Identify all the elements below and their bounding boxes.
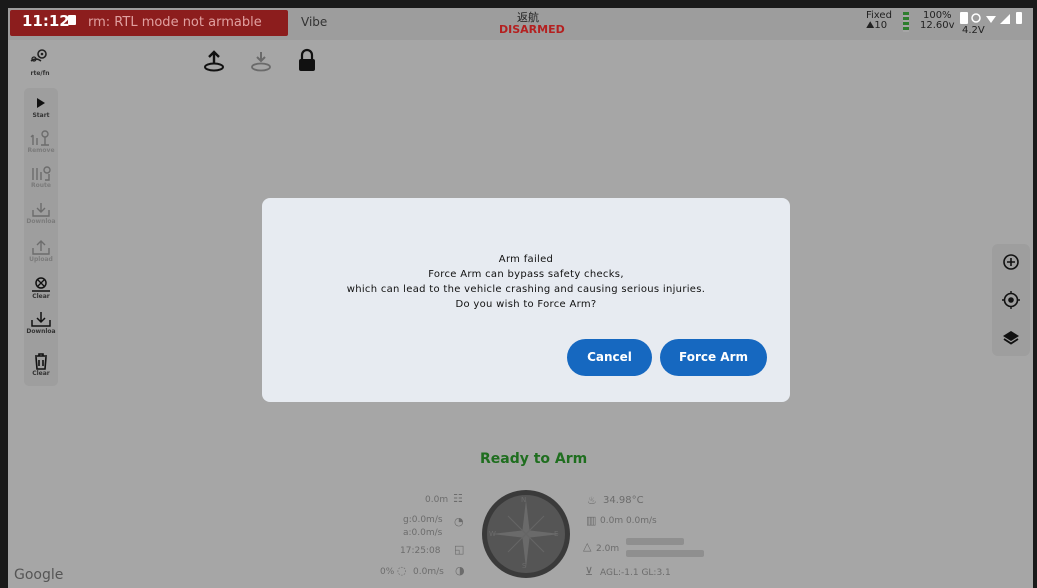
- rtl-button[interactable]: rte/fn: [28, 48, 52, 77]
- vibe-indicator[interactable]: Vibe: [301, 15, 327, 29]
- remove-waypoints-icon: [30, 130, 49, 146]
- route-icon: [32, 166, 51, 181]
- sidebar-item-clear[interactable]: Clear: [24, 275, 58, 300]
- sidebar-item-label: Clear: [32, 370, 50, 377]
- compass-south: S: [522, 562, 527, 570]
- map-attribution: Google: [14, 567, 64, 583]
- altitude-readout: 2.0m: [596, 544, 620, 554]
- dialog-message-line-1: Force Arm can bypass safety checks,: [428, 269, 624, 280]
- speedometer-icon: ◔: [454, 515, 464, 528]
- dialog-message-line-3: Do you wish to Force Arm?: [455, 299, 597, 310]
- throttle-readout: 0%: [380, 567, 395, 577]
- compass-north: N: [521, 496, 527, 504]
- home-location-icon: [30, 49, 47, 62]
- play-icon: [37, 98, 45, 108]
- altitude-icon: △: [583, 540, 592, 553]
- sidebar-item-label: Remove: [27, 147, 55, 154]
- unlock-icon[interactable]: [294, 48, 320, 74]
- ground-speed-readout: g:0.0m/s: [403, 515, 443, 525]
- agl-readout: AGL:-1.1 GL:3.1: [600, 568, 671, 578]
- dialog-message-line-2: which can lead to the vehicle crashing a…: [346, 284, 706, 295]
- alert-text: rm: RTL mode not armable: [88, 15, 262, 30]
- sidebar-item-label: Clear: [32, 293, 50, 300]
- ready-to-arm-status: Ready to Arm: [480, 451, 588, 467]
- screen-frame-left: [0, 0, 8, 588]
- sidebar-item-label: Route: [31, 182, 51, 189]
- rtl-label: rte/fn: [30, 70, 50, 77]
- screen-frame-right: [1033, 0, 1037, 588]
- land-icon[interactable]: [248, 48, 274, 74]
- sidebar-item-label: Downloa: [26, 218, 56, 225]
- distance-icon: ☷: [453, 492, 463, 505]
- battery-bar-icon: [903, 12, 909, 32]
- sidebar-item-label: Start: [32, 112, 50, 119]
- battery-voltage: 12.60v: [920, 20, 955, 31]
- phone-voltage: 4.2V: [962, 25, 985, 36]
- layers-icon[interactable]: [1001, 328, 1021, 348]
- sidebar-item-upload[interactable]: Upload: [24, 238, 58, 263]
- arm-state: DISARMED: [499, 23, 565, 36]
- cancel-button[interactable]: Cancel: [567, 339, 652, 376]
- gauge-icon: ◌: [397, 564, 407, 577]
- gps-sats: ⛰10: [866, 20, 888, 31]
- notification-icon: [68, 15, 76, 25]
- thermometer-icon: ♨: [587, 494, 597, 507]
- sidebar-item-remove[interactable]: Remove: [24, 129, 58, 154]
- distance-readout: 0.0m: [425, 495, 449, 505]
- agl-icon: ⊻: [585, 565, 594, 578]
- mission-sidebar: Start Remove Route Downloa Upload Clear …: [24, 88, 58, 386]
- map-controls-panel: [992, 244, 1030, 356]
- timer-icon: ◱: [454, 543, 465, 556]
- sidebar-item-label: Downloa: [26, 328, 56, 335]
- screen-frame-top: [0, 0, 1037, 8]
- sidebar-item-download-mission[interactable]: Downloa: [24, 310, 58, 335]
- trash-icon: [35, 353, 47, 370]
- sidebar-item-label: Upload: [29, 256, 53, 263]
- flight-time-readout: 17:25:08: [400, 546, 441, 556]
- wind-icon: ▥: [586, 514, 597, 527]
- sidebar-item-clear-all[interactable]: Clear: [24, 352, 58, 377]
- compass-west: W: [489, 530, 496, 538]
- download-icon: [32, 203, 50, 217]
- download-icon: [31, 312, 51, 327]
- dialog-title: Arm failed: [498, 254, 554, 265]
- add-location-icon[interactable]: [1001, 252, 1021, 272]
- clock: 11:12: [22, 12, 70, 30]
- battery-status[interactable]: 100% 12.60v: [920, 11, 955, 31]
- gps-status[interactable]: Fixed ⛰10: [866, 11, 892, 31]
- air-speed-readout: a:0.0m/s: [403, 528, 443, 538]
- sidebar-item-route[interactable]: Route: [24, 164, 58, 189]
- vertical-speed-readout: 0.0m/s: [413, 567, 444, 577]
- sidebar-item-start[interactable]: Start: [24, 94, 58, 119]
- compass-east: E: [554, 530, 559, 538]
- wifi-signal-battery-icon: [960, 12, 1022, 24]
- my-location-icon[interactable]: [1001, 290, 1021, 310]
- vertical-speed-icon: ◑: [455, 564, 465, 577]
- temperature-readout: 34.98°C: [603, 495, 644, 506]
- sidebar-item-download[interactable]: Downloa: [24, 200, 58, 225]
- force-arm-button[interactable]: Force Arm: [660, 339, 767, 376]
- wind-readout: 0.0m 0.0m/s: [600, 516, 657, 526]
- redacted-field: [626, 538, 684, 545]
- upload-icon: [32, 240, 50, 255]
- takeoff-icon[interactable]: [201, 48, 227, 74]
- redacted-field: [626, 550, 704, 557]
- clear-icon: [32, 277, 50, 292]
